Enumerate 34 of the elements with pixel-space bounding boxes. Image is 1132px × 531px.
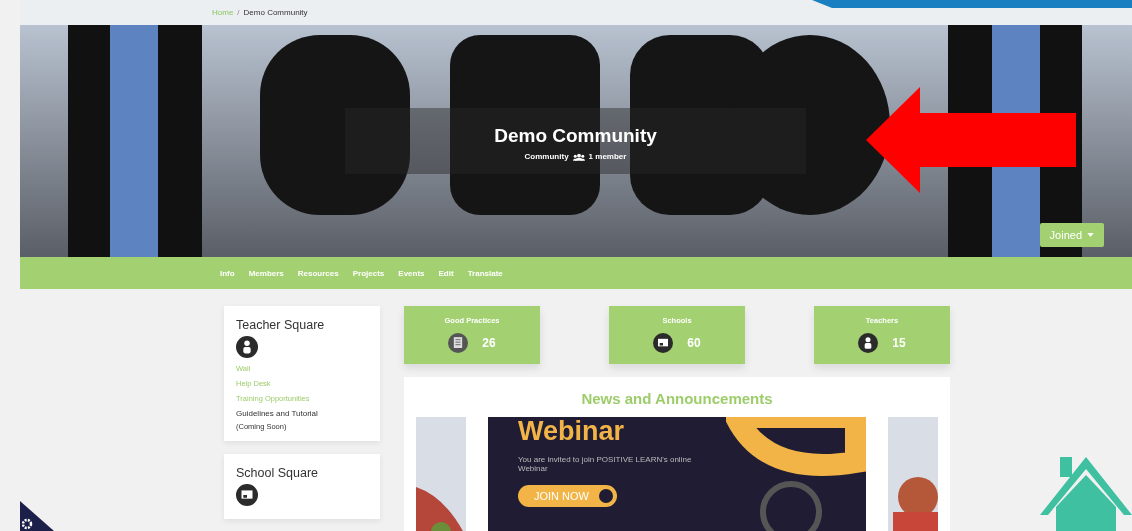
breadcrumb-link[interactable]: Home bbox=[212, 8, 234, 17]
square-title: Teacher Square bbox=[236, 318, 326, 332]
house-logo-icon bbox=[1040, 457, 1132, 531]
community-type: Community bbox=[524, 152, 569, 161]
teacher-icon bbox=[858, 333, 879, 353]
caret-icon bbox=[1087, 233, 1094, 237]
stat-count: 60 bbox=[687, 336, 701, 350]
join-now-button[interactable]: JOIN NOW bbox=[518, 485, 617, 508]
news-title: News and Announcements bbox=[580, 389, 774, 409]
stat-count: 15 bbox=[892, 336, 906, 350]
nav-tab[interactable]: Info bbox=[220, 268, 235, 278]
slide-heading: Webinar bbox=[518, 417, 626, 447]
board-icon bbox=[653, 333, 674, 353]
member-count: 1 member bbox=[588, 152, 627, 161]
slide-text: You are invited to join POSITIVE LEARN's online Webinar bbox=[518, 454, 693, 474]
members-icon bbox=[572, 152, 585, 161]
nav-tab[interactable]: Translate bbox=[467, 268, 503, 278]
board-icon bbox=[236, 484, 258, 506]
breadcrumb-separator: / bbox=[237, 8, 240, 17]
nav-tab[interactable]: Members bbox=[248, 268, 284, 278]
joined-button[interactable]: Joined bbox=[1039, 223, 1104, 247]
document-icon bbox=[448, 333, 469, 353]
teacher-icon bbox=[236, 336, 258, 358]
nav-tab[interactable]: Resources bbox=[297, 268, 339, 278]
arrow-icon bbox=[866, 87, 1076, 193]
nav-tab[interactable]: Events bbox=[398, 268, 425, 278]
stat-count: 26 bbox=[482, 336, 496, 350]
breadcrumb-current: Demo Community bbox=[243, 8, 308, 17]
nav-tab[interactable]: Projects bbox=[352, 268, 385, 278]
community-title: Demo Community bbox=[493, 125, 658, 147]
square-text: Guidelines and Tutorial bbox=[236, 409, 319, 418]
nav-tab[interactable]: Edit bbox=[438, 268, 454, 278]
settings-icon[interactable] bbox=[20, 501, 54, 531]
square-title: School Square bbox=[236, 466, 319, 480]
